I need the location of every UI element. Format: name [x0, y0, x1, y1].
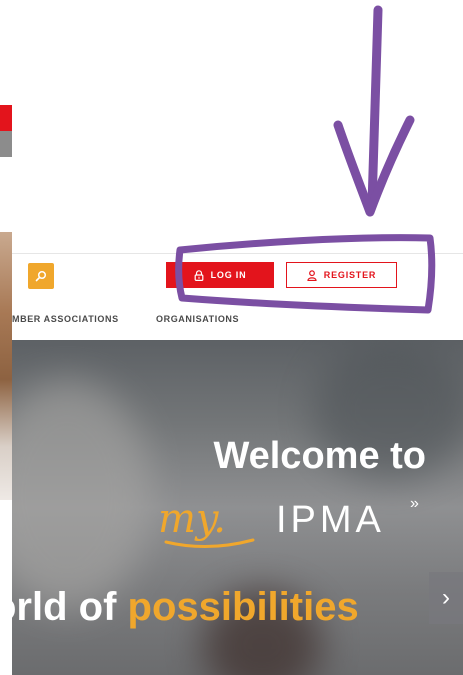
side-photo	[0, 232, 12, 500]
register-button[interactable]: REGISTER	[286, 262, 397, 288]
hero-tagline: orld of possibilities	[12, 585, 359, 630]
login-label: LOG IN	[210, 270, 247, 280]
user-icon	[307, 269, 317, 281]
annotation-arrow-shaft	[367, 5, 383, 210]
register-label: REGISTER	[323, 270, 377, 280]
myipma-logo: my. IPMA »	[158, 495, 419, 548]
header-divider	[12, 253, 463, 254]
left-grey-bar	[0, 131, 12, 157]
hero-welcome-heading: Welcome to	[213, 435, 426, 477]
logo-brand-text: IPMA	[276, 499, 385, 541]
nav-item-member-associations[interactable]: MBER ASSOCIATIONS	[12, 314, 119, 330]
lock-icon	[194, 269, 203, 281]
logo-script-text: my.	[158, 496, 226, 542]
chevron-right-icon: ›	[442, 584, 450, 611]
hero-background-figure	[12, 380, 152, 610]
search-icon	[35, 270, 47, 282]
nav-item-organisations[interactable]: ORGANISATIONS	[156, 314, 239, 330]
login-button[interactable]: LOG IN	[166, 262, 274, 288]
tagline-highlight: possibilities	[127, 585, 359, 629]
tagline-text: orld of	[12, 585, 117, 629]
svg-text:»: »	[410, 495, 419, 512]
carousel-next-button[interactable]: ›	[429, 572, 463, 624]
annotation-arrow-head	[333, 115, 415, 217]
left-red-bar	[0, 105, 12, 131]
search-button[interactable]	[28, 263, 54, 289]
hero-banner: Welcome to my. IPMA » orld of possibilit…	[12, 340, 463, 675]
